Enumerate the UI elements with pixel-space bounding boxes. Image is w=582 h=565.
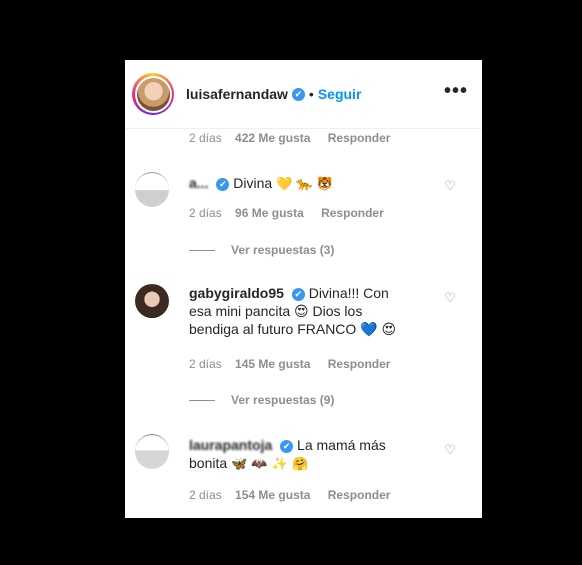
comment-time: 2 días	[189, 488, 222, 502]
comment-avatar[interactable]	[135, 284, 169, 318]
like-heart-icon[interactable]: ♡	[444, 178, 456, 194]
comment-time: 2 días	[189, 131, 222, 145]
verified-badge-icon: ✔	[216, 177, 230, 191]
verified-badge-icon: ✔	[291, 87, 305, 101]
replies-divider	[189, 250, 215, 252]
verified-badge-icon: ✔	[291, 287, 305, 301]
reply-button[interactable]: Responder	[328, 488, 391, 502]
view-replies-link[interactable]: Ver respuestas (3)	[189, 243, 334, 257]
comment-text: Divina	[233, 175, 273, 191]
comment-meta: 2 días 145 Me gusta Responder	[189, 357, 390, 371]
post-header: luisafernandaw ✔ • Seguir •••	[125, 60, 482, 129]
verified-badge-icon: ✔	[280, 439, 294, 453]
view-replies-label: Ver respuestas (9)	[231, 393, 335, 407]
avatar-photo	[136, 77, 170, 111]
post-comments-panel: luisafernandaw ✔ • Seguir ••• 2 días 422…	[125, 60, 482, 518]
header-separator: •	[308, 86, 314, 102]
comment-time: 2 días	[189, 206, 222, 220]
view-replies-link[interactable]: Ver respuestas (9)	[189, 393, 334, 407]
comment-username[interactable]: laurapantoja	[189, 437, 272, 453]
replies-divider	[189, 400, 215, 402]
view-replies-label: Ver respuestas (3)	[231, 243, 335, 257]
comment-likes[interactable]: 422 Me gusta	[235, 131, 310, 145]
comment-username[interactable]: a...	[189, 175, 208, 191]
reply-button[interactable]: Responder	[328, 357, 391, 371]
comment-avatar[interactable]	[135, 172, 169, 207]
comment-likes[interactable]: 96 Me gusta	[235, 206, 304, 220]
comment-likes[interactable]: 154 Me gusta	[235, 488, 310, 502]
reply-button[interactable]: Responder	[321, 206, 384, 220]
header-username[interactable]: luisafernandaw	[186, 86, 288, 102]
reply-button[interactable]: Responder	[328, 131, 391, 145]
comment-time: 2 días	[189, 357, 222, 371]
comment-meta: 2 días 96 Me gusta Responder	[189, 206, 384, 220]
comment-body: gabygiraldo95 ✔ Divina!!! Con esa mini p…	[189, 284, 404, 338]
comment-body: a... ✔ Divina 💛 🐆 🐯	[189, 174, 429, 194]
like-heart-icon[interactable]: ♡	[444, 290, 456, 306]
comment-meta: 2 días 154 Me gusta Responder	[189, 488, 390, 502]
comment-meta-top: 2 días 422 Me gusta Responder	[189, 131, 390, 145]
comment-username[interactable]: gabygiraldo95	[189, 285, 284, 301]
more-options-icon[interactable]: •••	[444, 80, 468, 103]
follow-button[interactable]: Seguir	[318, 86, 362, 102]
comment-likes[interactable]: 145 Me gusta	[235, 357, 310, 371]
comment-avatar[interactable]	[135, 434, 169, 469]
profile-avatar[interactable]	[132, 73, 174, 115]
comment-emojis: 💛 🐆 🐯	[276, 177, 333, 192]
comment-body: laurapantoja ✔ La mamá más bonita 🦋 🦇 ✨ …	[189, 436, 389, 474]
comment-emojis: 🦋 🦇 ✨ 🤗	[231, 457, 309, 472]
like-heart-icon[interactable]: ♡	[444, 442, 456, 458]
